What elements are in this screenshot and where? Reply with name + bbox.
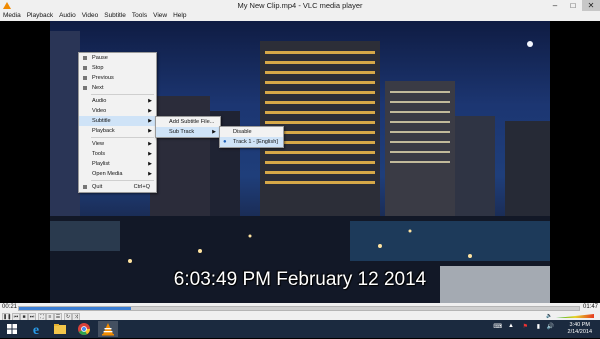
ctx-stop-label: Stop — [92, 65, 104, 71]
arrow-up-icon[interactable]: ▲ — [508, 323, 514, 329]
vlc-taskbar-icon[interactable] — [98, 321, 118, 337]
keyboard-icon[interactable]: ⌨ — [493, 323, 502, 330]
submenu-arrow-icon: ▶ — [148, 141, 152, 147]
menu-separator — [91, 137, 154, 138]
ctx-quit[interactable]: Quit Ctrl+Q — [79, 182, 156, 192]
chrome-icon[interactable] — [74, 321, 94, 337]
volume-icon[interactable]: 🔊 — [547, 323, 554, 330]
context-menu: Pause Stop Previous Next Audio ▶ Video ▶ S… — [78, 52, 157, 193]
ctx-video-label: Video — [92, 108, 107, 114]
ctx-tools-label: Tools — [92, 151, 106, 157]
subtitle-overlay-text: 6:03:49 PM February 12 2014 — [173, 269, 427, 290]
submenu-arrow-icon: ▶ — [148, 128, 152, 134]
submenu-arrow-icon: ▶ — [148, 171, 152, 177]
next-icon — [83, 86, 87, 90]
ctx-quit-label: Quit — [92, 184, 103, 190]
ctx-subtitle-label: Subtitle — [92, 118, 111, 124]
ctx-playlist[interactable]: Playlist ▶ — [79, 159, 156, 169]
minimize-button[interactable]: – — [546, 0, 564, 11]
seek-progress — [19, 307, 131, 310]
ctx-open-media[interactable]: Open Media ▶ — [79, 169, 156, 179]
menu-separator — [91, 94, 154, 95]
file-explorer-icon[interactable] — [50, 321, 70, 337]
taskbar-clock[interactable]: 3:40 PM 2/14/2014 — [568, 322, 592, 336]
maximize-button[interactable]: □ — [564, 0, 582, 11]
flag-icon[interactable]: ⚑ — [523, 323, 528, 330]
ctx-view[interactable]: View ▶ — [79, 139, 156, 149]
ctx-pause[interactable]: Pause — [79, 53, 156, 63]
ctx-playback-label: Playback — [92, 128, 115, 134]
ctx-playback[interactable]: Playback ▶ — [79, 126, 156, 136]
network-icon[interactable]: ▮ — [537, 323, 540, 330]
sub-track-label: Sub Track — [169, 129, 195, 135]
clock-date: 2/14/2014 — [567, 329, 592, 335]
ctx-pause-label: Pause — [92, 55, 108, 61]
add-subtitle-file-item[interactable]: Add Subtitle File... — [156, 117, 220, 127]
title-bar: My New Clip.mp4 - VLC media player – □ ✕ — [0, 0, 600, 11]
seek-slider[interactable] — [18, 306, 580, 311]
window-title: My New Clip.mp4 - VLC media player — [237, 1, 363, 10]
subtrack-track1-item[interactable]: ● Track 1 - [English] — [220, 137, 283, 147]
ctx-next[interactable]: Next — [79, 83, 156, 93]
submenu-arrow-icon: ▶ — [148, 118, 152, 124]
svg-text:e: e — [33, 323, 39, 337]
ctx-playlist-label: Playlist — [92, 161, 110, 167]
ctx-view-label: View — [92, 141, 105, 147]
sub-track-item[interactable]: Sub Track ▶ — [156, 127, 220, 137]
menu-playback[interactable]: Playback — [24, 11, 56, 21]
radio-selected-icon: ● — [223, 139, 227, 145]
menu-subtitle[interactable]: Subtitle — [101, 11, 129, 21]
video-area[interactable]: 6:03:49 PM February 12 2014 Pause Stop P… — [0, 21, 600, 303]
subtrack-track1-label: Track 1 - [English] — [233, 139, 278, 145]
clock-time: 3:40 PM — [569, 322, 590, 328]
menu-help[interactable]: Help — [170, 11, 189, 21]
ctx-open-media-label: Open Media — [92, 171, 123, 177]
ctx-previous[interactable]: Previous — [79, 73, 156, 83]
submenu-arrow-icon: ▶ — [148, 151, 152, 157]
moon — [527, 41, 533, 47]
ctx-audio[interactable]: Audio ▶ — [79, 96, 156, 106]
ctx-subtitle[interactable]: Subtitle ▶ — [79, 116, 156, 126]
playback-controls: ❚❚ ⏮ ■ ⏭ ⛶ ≡ ☰ ↻ ⤨ 🔈 — [0, 312, 600, 321]
elapsed-time: 00:21 — [2, 304, 18, 310]
ctx-stop[interactable]: Stop — [79, 63, 156, 73]
total-time: 01:47 — [582, 304, 598, 310]
submenu-arrow-icon: ▶ — [212, 129, 216, 135]
quit-icon — [83, 185, 87, 189]
quit-shortcut: Ctrl+Q — [133, 184, 150, 190]
previous-icon — [83, 76, 87, 80]
windows-logo-icon[interactable] — [2, 321, 22, 337]
menu-separator — [91, 180, 154, 181]
ctx-previous-label: Previous — [92, 75, 114, 81]
menu-tools[interactable]: Tools — [129, 11, 150, 21]
add-subtitle-file-label: Add Subtitle File... — [169, 119, 215, 125]
pause-icon — [83, 56, 87, 60]
submenu-arrow-icon: ▶ — [148, 108, 152, 114]
menu-audio[interactable]: Audio — [56, 11, 79, 21]
stop-icon — [83, 66, 87, 70]
ctx-audio-label: Audio — [92, 98, 107, 104]
subtrack-disable-label: Disable — [233, 129, 252, 135]
seek-row: 00:21 01:47 — [0, 303, 600, 312]
speaker-icon[interactable]: 🔈 — [546, 313, 552, 319]
volume-slider[interactable] — [556, 314, 594, 318]
close-button[interactable]: ✕ — [582, 0, 600, 11]
submenu-arrow-icon: ▶ — [148, 161, 152, 167]
ctx-tools[interactable]: Tools ▶ — [79, 149, 156, 159]
ctx-video[interactable]: Video ▶ — [79, 106, 156, 116]
subtitle-submenu: Add Subtitle File... Sub Track ▶ — [155, 116, 221, 138]
submenu-arrow-icon: ▶ — [148, 98, 152, 104]
menu-view[interactable]: View — [150, 11, 170, 21]
menu-video[interactable]: Video — [79, 11, 102, 21]
ctx-next-label: Next — [92, 85, 104, 91]
subtrack-submenu: Disable ● Track 1 - [English] — [219, 126, 284, 148]
internet-explorer-icon[interactable]: e — [26, 321, 46, 338]
subtrack-disable-item[interactable]: Disable — [220, 127, 283, 137]
taskbar: e ⌨ ▲ ⚑ ▮ 🔊 3:40 PM 2/14/2014 — [0, 320, 600, 338]
menu-media[interactable]: Media — [0, 11, 24, 21]
menu-bar: Media Playback Audio Video Subtitle Tool… — [0, 11, 600, 21]
